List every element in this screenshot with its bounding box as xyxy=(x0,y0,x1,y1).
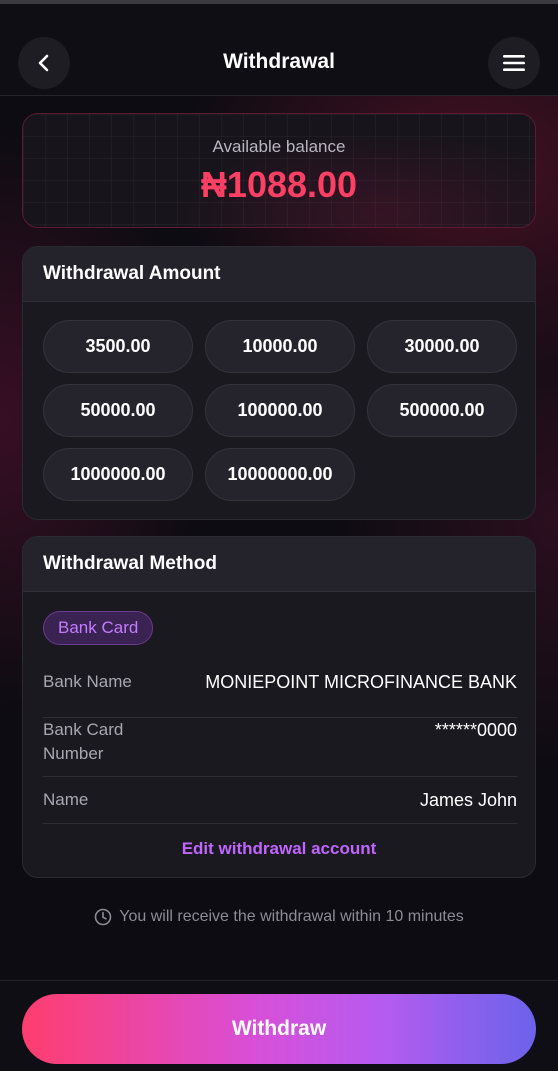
withdrawal-amount-panel: Withdrawal Amount 3500.00 10000.00 30000… xyxy=(22,246,536,520)
bank-name-row: Bank Name MONIEPOINT MICROFINANCE BANK xyxy=(43,670,517,718)
amount-option[interactable]: 10000.00 xyxy=(205,320,355,373)
hamburger-menu-icon xyxy=(503,55,525,71)
bank-card-number-row: Bank Card Number ******0000 xyxy=(43,718,517,777)
bank-name-value: MONIEPOINT MICROFINANCE BANK xyxy=(205,672,517,692)
bank-card-number-label: Bank Card Number xyxy=(43,720,124,763)
amount-option[interactable]: 500000.00 xyxy=(367,384,517,437)
amount-option[interactable]: 100000.00 xyxy=(205,384,355,437)
bank-name-label: Bank Name xyxy=(43,672,132,691)
page-title: Withdrawal xyxy=(223,50,335,73)
amount-option[interactable]: 3500.00 xyxy=(43,320,193,373)
amount-option[interactable]: 30000.00 xyxy=(367,320,517,373)
amount-option[interactable]: 50000.00 xyxy=(43,384,193,437)
note-text: You will receive the withdrawal within 1… xyxy=(119,908,464,925)
amount-option[interactable]: 10000000.00 xyxy=(205,448,355,501)
account-name-row: Name James John xyxy=(43,788,517,824)
withdrawal-amount-title: Withdrawal Amount xyxy=(23,247,535,302)
header: Withdrawal xyxy=(0,4,558,96)
edit-withdrawal-account-link[interactable]: Edit withdrawal account xyxy=(23,839,535,859)
withdrawal-method-panel: Withdrawal Method Bank Card Bank Name MO… xyxy=(22,536,536,878)
menu-button[interactable] xyxy=(488,37,540,89)
balance-card: Available balance ₦1088.00 xyxy=(22,113,536,228)
account-name-value: James John xyxy=(419,790,517,810)
withdrawal-time-note: You will receive the withdrawal within 1… xyxy=(0,908,558,926)
bank-card-number-value: ******0000 xyxy=(434,720,517,740)
footer: Withdraw xyxy=(0,980,558,1071)
bank-card-tag[interactable]: Bank Card xyxy=(43,611,154,645)
balance-value: ₦1088.00 xyxy=(200,164,358,205)
clock-icon xyxy=(94,908,112,926)
withdraw-button[interactable]: Withdraw xyxy=(22,994,536,1064)
amount-option[interactable]: 1000000.00 xyxy=(43,448,193,501)
withdrawal-method-title: Withdrawal Method xyxy=(23,537,535,592)
account-name-label: Name xyxy=(43,790,89,809)
balance-label: Available balance xyxy=(212,137,346,156)
